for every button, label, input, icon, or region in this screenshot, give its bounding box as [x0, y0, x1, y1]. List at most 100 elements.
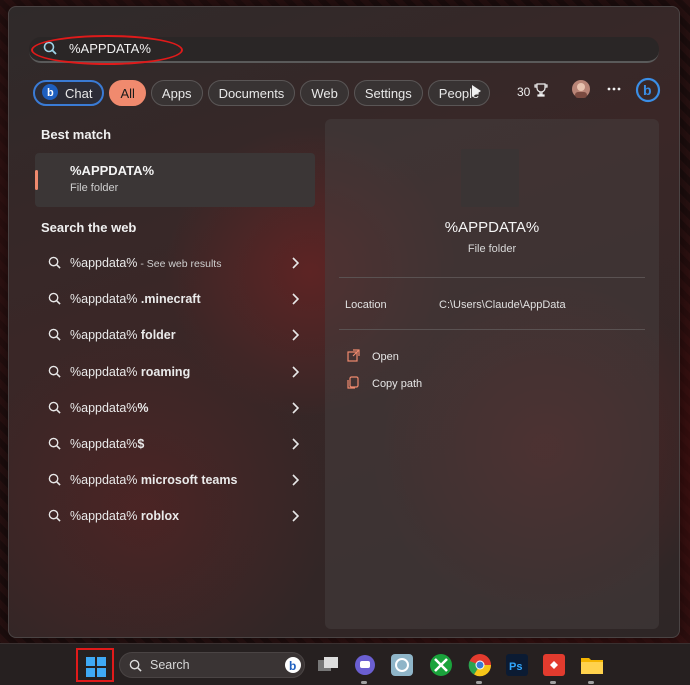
web-suggestion-text: %appdata%$	[70, 437, 144, 451]
filter-apps[interactable]: Apps	[150, 80, 203, 106]
xbox-icon[interactable]	[429, 653, 453, 677]
copy-icon	[347, 376, 360, 392]
web-suggestion-text: %appdata% microsoft teams	[70, 473, 237, 487]
chevron-right-icon	[291, 510, 300, 525]
chevron-right-icon	[291, 365, 300, 381]
bing-icon: b	[285, 657, 301, 673]
trophy-icon	[534, 83, 548, 100]
chevron-right-icon	[291, 402, 300, 417]
bing-icon[interactable]: b	[635, 77, 661, 103]
photoshop-icon[interactable]: Ps	[505, 653, 529, 677]
suggestion-query: %appdata%	[70, 328, 138, 343]
web-suggestions-list: %appdata% - See web results %appdata% .mi…	[35, 245, 315, 535]
anydesk-icon[interactable]	[542, 653, 566, 677]
chat-label: Chat	[65, 85, 93, 101]
web-suggestion-text: %appdata% folder	[70, 328, 176, 342]
chevron-right-icon	[291, 257, 300, 272]
chat-button[interactable]: b Chat	[33, 80, 105, 106]
web-suggestion-item[interactable]: %appdata%%	[35, 390, 315, 426]
svg-text:b: b	[289, 659, 296, 673]
filter-web[interactable]: Web	[300, 80, 349, 106]
preview-name: %APPDATA%	[444, 219, 540, 236]
suggestion-completion: %	[137, 400, 149, 415]
web-suggestion-item[interactable]: %appdata% roblox	[35, 498, 315, 534]
bing-chat-icon: b	[41, 83, 59, 104]
preview-pane: %APPDATA% File folder Location C:\Users\…	[325, 119, 659, 629]
play-more-filters-icon[interactable]	[471, 85, 481, 97]
search-web-heading: Search the web	[41, 220, 137, 235]
search-icon	[48, 401, 61, 417]
web-suggestion-item[interactable]: %appdata% microsoft teams	[35, 462, 315, 498]
web-suggestion-text: %appdata%%	[70, 401, 149, 415]
open-action[interactable]: Open	[347, 349, 399, 365]
suggestion-completion: .minecraft	[137, 292, 201, 307]
start-button[interactable]	[76, 648, 114, 682]
suggestion-query: %appdata%	[70, 364, 138, 379]
search-icon	[48, 292, 61, 308]
search-icon	[48, 437, 61, 453]
open-label: Open	[372, 351, 399, 363]
search-icon	[48, 509, 61, 525]
search-icon	[48, 473, 61, 489]
web-suggestion-item[interactable]: %appdata% .minecraft	[35, 281, 315, 317]
chevron-right-icon	[291, 293, 300, 308]
suggestion-query: %appdata%	[70, 292, 138, 307]
web-suggestion-text: %appdata% .minecraft	[70, 292, 201, 306]
web-suggestion-item[interactable]: %appdata% - See web results	[35, 245, 315, 281]
search-icon	[48, 365, 61, 381]
rewards-points-value: 30	[517, 84, 531, 99]
search-highlight-ellipse	[31, 35, 183, 65]
preview-divider	[339, 277, 645, 278]
search-icon	[129, 659, 142, 672]
location-label: Location	[345, 299, 387, 311]
selection-accent	[35, 170, 38, 190]
svg-text:b: b	[643, 82, 652, 98]
taskbar: Search b Ps	[0, 643, 690, 685]
suggestion-query: %appdata%	[70, 400, 138, 415]
start-search-panel: %APPDATA% b Chat All Apps Documents Web …	[8, 6, 680, 638]
suggestion-completion: folder	[137, 328, 176, 343]
preview-type: File folder	[467, 243, 517, 255]
preview-divider	[339, 329, 645, 330]
web-suggestion-item[interactable]: %appdata% roaming	[35, 354, 315, 390]
teams-chat-icon[interactable]	[353, 653, 377, 677]
best-match-result[interactable]: %APPDATA% File folder	[35, 153, 315, 207]
chevron-right-icon	[291, 438, 300, 453]
suggestion-query: %appdata%	[70, 473, 138, 488]
taskbar-search-box[interactable]: Search b	[119, 652, 305, 678]
folder-thumbnail	[461, 149, 519, 207]
filter-all[interactable]: All	[109, 80, 146, 106]
search-icon	[48, 256, 61, 272]
copy-path-action[interactable]: Copy path	[347, 376, 422, 392]
suggestion-query: %appdata%	[70, 437, 138, 452]
suggestion-query: %appdata%	[70, 256, 138, 271]
chevron-right-icon	[291, 329, 300, 344]
task-view-icon[interactable]	[316, 653, 340, 677]
user-avatar[interactable]	[571, 79, 591, 99]
suggestion-completion: roblox	[137, 509, 180, 524]
best-match-name: %APPDATA%	[70, 163, 155, 178]
open-external-icon	[347, 349, 360, 365]
more-options-icon[interactable]	[607, 82, 621, 96]
filter-bar: b Chat All Apps Documents Web Settings P…	[33, 79, 491, 107]
chrome-icon[interactable]	[468, 653, 492, 677]
windows-logo-icon	[86, 657, 106, 677]
settings-app-icon[interactable]	[390, 653, 414, 677]
file-explorer-icon[interactable]	[580, 653, 604, 677]
suggestion-completion: microsoft teams	[137, 473, 238, 488]
rewards-points[interactable]: 30	[517, 83, 548, 100]
best-match-heading: Best match	[41, 127, 112, 142]
web-suggestion-text: %appdata% roblox	[70, 509, 179, 523]
web-suggestion-item[interactable]: %appdata%$	[35, 426, 315, 462]
suggestion-completion: roaming	[137, 364, 191, 379]
web-suggestion-item[interactable]: %appdata% folder	[35, 317, 315, 353]
taskbar-search-label: Search	[150, 658, 190, 672]
suggestion-query: %appdata%	[70, 509, 138, 524]
filter-settings[interactable]: Settings	[353, 80, 423, 106]
web-suggestion-text: %appdata% roaming	[70, 365, 190, 379]
suggestion-suffix: - See web results	[137, 258, 222, 271]
filter-documents[interactable]: Documents	[207, 80, 296, 106]
svg-text:b: b	[47, 87, 54, 99]
suggestion-completion: $	[137, 437, 145, 452]
search-icon	[48, 328, 61, 344]
